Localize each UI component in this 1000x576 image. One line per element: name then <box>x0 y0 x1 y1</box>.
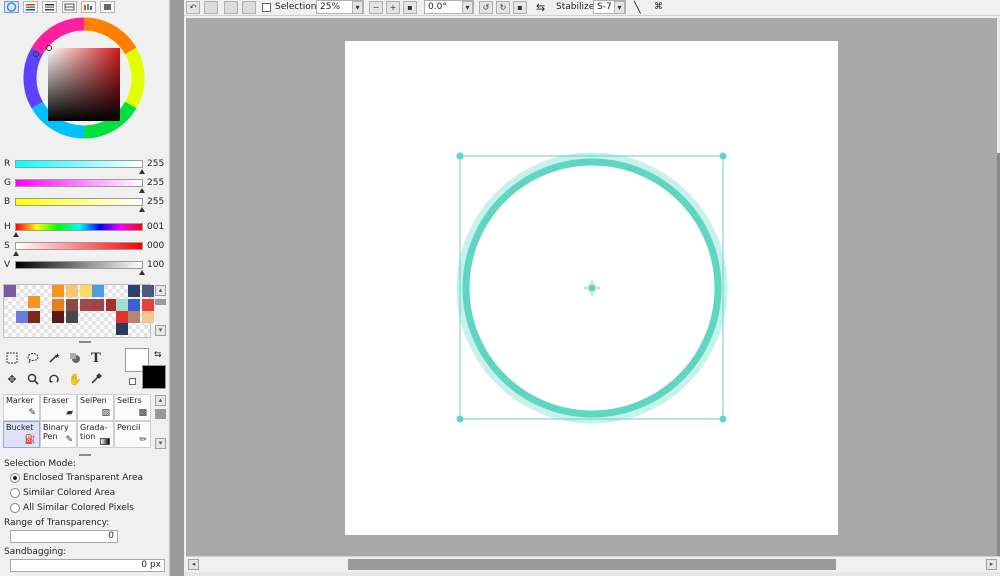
scroll-left-icon[interactable]: ◂ <box>188 559 199 570</box>
horizontal-scrollbar[interactable]: ◂ ▸ <box>186 556 1000 572</box>
transform-handle-tr[interactable] <box>719 152 727 160</box>
transform-center-icon[interactable] <box>584 280 600 296</box>
transform-handle-tl[interactable] <box>456 152 464 160</box>
status-bar <box>184 572 1000 576</box>
transform-handle-bl[interactable] <box>456 415 464 423</box>
transform-handle-br[interactable] <box>719 415 727 423</box>
horizontal-scrollbar-thumb[interactable] <box>348 559 836 570</box>
canvas-overlay <box>456 152 728 424</box>
scroll-right-icon[interactable]: ▸ <box>986 559 997 570</box>
